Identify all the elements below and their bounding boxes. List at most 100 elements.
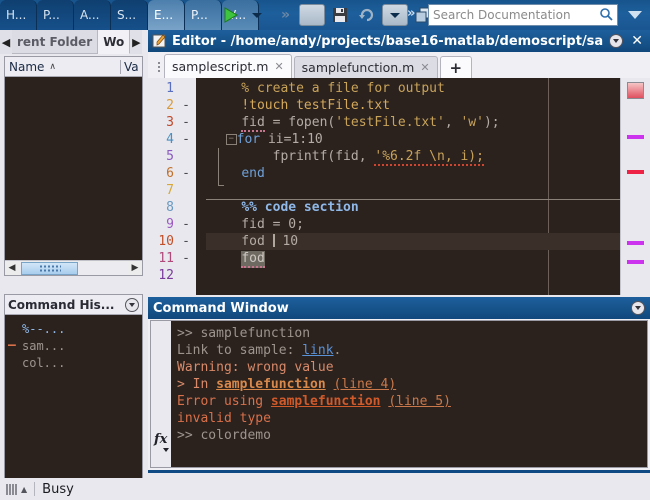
- editor-new-tab-button[interactable]: +: [439, 56, 473, 78]
- ribbon-tab-5[interactable]: P...: [185, 0, 222, 30]
- editor-breakpoint-column[interactable]: [196, 78, 206, 295]
- output-text: Warning: wrong value: [177, 360, 334, 375]
- ribbon-tab-0[interactable]: H...: [0, 0, 37, 30]
- fold-bracket-line: [218, 148, 219, 186]
- command-window: Command Window fx >> samplefunction Link …: [148, 297, 650, 470]
- editor-tab-samplescript[interactable]: samplescript.m ✕: [164, 54, 292, 78]
- output-text: Link to sample:: [177, 343, 303, 358]
- command-history-item[interactable]: %--...: [5, 320, 142, 337]
- command-window-title-text: Command Window: [153, 300, 289, 316]
- line-number: 5: [166, 149, 174, 164]
- executable-line-marker[interactable]: [176, 80, 196, 97]
- left-panel-tabbar: ◀ rent Folder Wo ▶: [0, 30, 146, 54]
- command-history-menu-icon[interactable]: [125, 297, 139, 312]
- executable-line-marker[interactable]: -: [176, 131, 196, 148]
- code-token: '%6.2f \n, i);: [374, 149, 484, 166]
- line-number: 9: [166, 217, 174, 232]
- executable-line-marker[interactable]: -: [176, 216, 196, 233]
- code-section-divider: [206, 199, 620, 200]
- ribbon-tab-4[interactable]: E...: [148, 0, 185, 30]
- tab-current-folder[interactable]: rent Folder: [12, 30, 99, 54]
- close-icon[interactable]: ✕: [420, 61, 429, 74]
- run-and-advance-icon[interactable]: »: [272, 2, 296, 28]
- busy-indicator-icon: [6, 483, 17, 495]
- scroll-right-icon[interactable]: ▶: [128, 263, 142, 273]
- output-link[interactable]: samplefunction: [216, 377, 326, 392]
- column-header-value-label[interactable]: Va: [120, 59, 142, 74]
- marker-bar-tick[interactable]: [627, 170, 644, 174]
- busy-caret-icon[interactable]: ▲: [21, 485, 27, 494]
- code-line[interactable]: %% code section: [206, 199, 620, 216]
- fx-icon[interactable]: fx: [154, 432, 170, 452]
- output-link[interactable]: samplefunction: [271, 394, 381, 409]
- workspace-horizontal-scrollbar[interactable]: ◀ ▶: [5, 260, 142, 275]
- output-link[interactable]: link: [302, 343, 333, 358]
- undo-dropdown-icon[interactable]: [382, 4, 408, 26]
- command-history-item[interactable]: col...: [5, 354, 142, 371]
- editor-fold-marker-column[interactable]: -------: [176, 78, 196, 295]
- scrollbar-track[interactable]: [19, 261, 128, 275]
- code-line[interactable]: % create a file for output: [206, 80, 620, 97]
- editor-code-text[interactable]: % create a file for output !touch testFi…: [206, 78, 620, 295]
- executable-line-marker[interactable]: -: [176, 233, 196, 250]
- executable-line-marker[interactable]: [176, 267, 196, 284]
- executable-line-marker[interactable]: -: [176, 165, 196, 182]
- code-token: fprintf(fid,: [210, 149, 375, 164]
- command-output-line: Error using samplefunction (line 5): [177, 393, 647, 410]
- undo-icon[interactable]: [355, 2, 379, 28]
- code-line[interactable]: [206, 182, 620, 199]
- marker-bar-tick[interactable]: [627, 260, 644, 264]
- save-icon[interactable]: [328, 2, 352, 28]
- code-line[interactable]: [206, 267, 620, 284]
- ribbon-tab-2[interactable]: A...: [74, 0, 111, 30]
- command-history-item[interactable]: — sam...: [5, 337, 142, 354]
- tab-workspace[interactable]: Wo: [98, 30, 131, 54]
- output-text: invalid type: [177, 411, 271, 426]
- marker-bar-tick[interactable]: [627, 135, 644, 139]
- editor-tab-drag-handle-icon[interactable]: [154, 56, 164, 78]
- code-line[interactable]: fid = 0;: [206, 216, 620, 233]
- ribbon-overflow-button[interactable]: »: [407, 6, 415, 21]
- executable-line-marker[interactable]: [176, 199, 196, 216]
- editor-marker-bar[interactable]: [620, 78, 650, 295]
- code-line[interactable]: fod: [206, 250, 620, 268]
- marker-bar-tick[interactable]: [627, 241, 644, 245]
- code-line[interactable]: fprintf(fid, '%6.2f \n, i);: [206, 148, 620, 166]
- editor-minimize-icon[interactable]: [609, 34, 624, 48]
- scrollbar-thumb[interactable]: [21, 261, 78, 275]
- run-icon[interactable]: [218, 2, 242, 28]
- executable-line-marker[interactable]: -: [176, 97, 196, 114]
- code-line[interactable]: end: [206, 165, 620, 182]
- editor-tab-samplefunction[interactable]: samplefunction.m ✕: [293, 56, 438, 78]
- run-dropdown-icon[interactable]: [245, 2, 269, 28]
- search-documentation-input[interactable]: Search Documentation: [428, 4, 618, 26]
- scroll-left-icon[interactable]: ◀: [5, 263, 19, 273]
- editor-close-icon[interactable]: ✕: [628, 33, 646, 49]
- column-header-name-cell[interactable]: Name ∧: [5, 60, 120, 74]
- code-line[interactable]: fid = fopen('testFile.txt', 'w');: [206, 114, 620, 132]
- ribbon-tab-3[interactable]: S...: [111, 0, 148, 30]
- command-window-bottom-accent: [148, 470, 650, 478]
- column-header-name-label: Name: [9, 59, 45, 74]
- code-fold-box-icon[interactable]: −: [225, 134, 237, 145]
- close-icon[interactable]: ✕: [274, 60, 283, 73]
- code-line[interactable]: − for ii=1:10: [206, 131, 620, 148]
- workspace-pane: Name ∧ Va ◀ ▶: [4, 56, 143, 276]
- executable-line-marker[interactable]: -: [176, 114, 196, 131]
- command-history-list[interactable]: %--... — sam... col...: [5, 316, 142, 499]
- executable-line-marker[interactable]: [176, 182, 196, 199]
- code-analyzer-status-chip[interactable]: [627, 82, 644, 99]
- ribbon-expand-icon[interactable]: [624, 4, 646, 26]
- command-window-output[interactable]: >> samplefunction Link to sample: link. Wa…: [171, 321, 647, 467]
- code-line[interactable]: fod 10: [206, 233, 620, 250]
- executable-line-marker[interactable]: -: [176, 250, 196, 267]
- code-line[interactable]: !touch testFile.txt: [206, 97, 620, 114]
- ribbon-tab-1[interactable]: P...: [37, 0, 74, 30]
- left-tabs-scroll-left-icon[interactable]: ◀: [0, 30, 12, 54]
- left-tabs-scroll-right-icon[interactable]: ▶: [130, 30, 143, 54]
- executable-line-marker[interactable]: [176, 148, 196, 165]
- workspace-variable-list[interactable]: [5, 78, 142, 260]
- command-window-menu-icon[interactable]: [631, 301, 645, 315]
- stop-icon[interactable]: [299, 4, 325, 26]
